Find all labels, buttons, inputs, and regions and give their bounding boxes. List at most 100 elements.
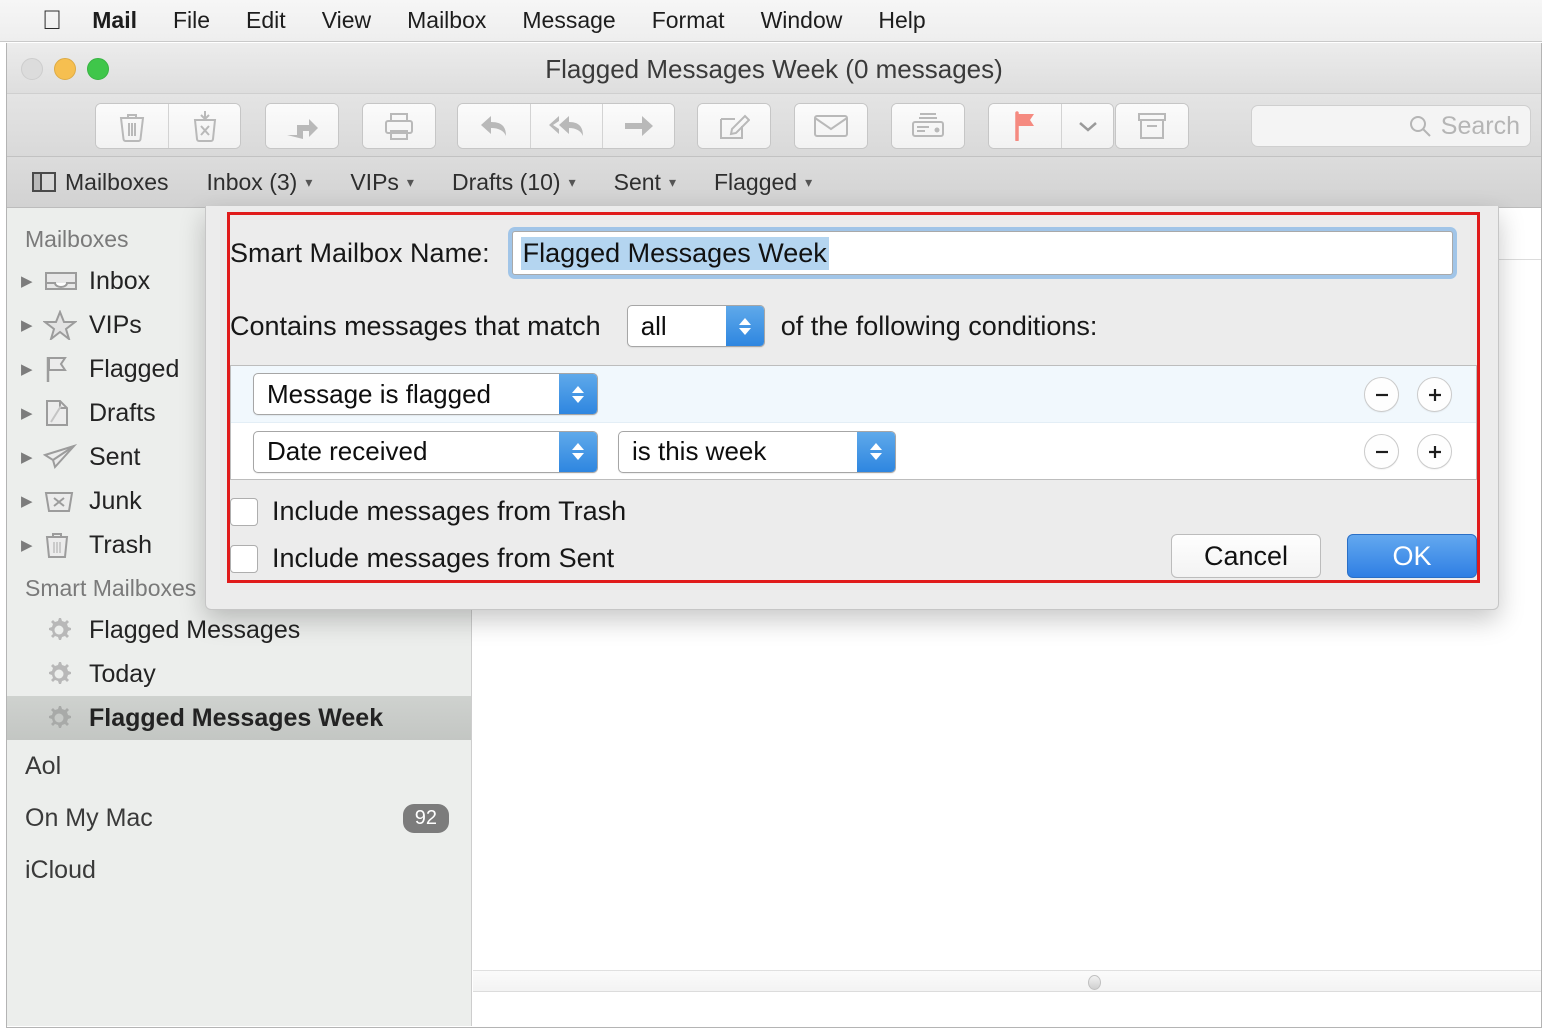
- reply-arrow-icon: [481, 116, 506, 136]
- splitter-grab-handle[interactable]: [1088, 975, 1101, 990]
- menu-item-window[interactable]: Window: [761, 7, 843, 34]
- delete-button[interactable]: [96, 104, 168, 148]
- toolbar-group-unread: [794, 103, 868, 149]
- stepper-arrows-icon[interactable]: [559, 431, 597, 472]
- sidebar-item-label: Drafts: [89, 398, 156, 427]
- match-type-value: all: [640, 310, 667, 341]
- move-button[interactable]: [266, 104, 338, 148]
- remove-condition-button[interactable]: [1364, 377, 1399, 412]
- favorite-inbox-label: Inbox (3): [206, 168, 298, 195]
- ok-button[interactable]: OK: [1347, 534, 1477, 578]
- cancel-button[interactable]: Cancel: [1170, 534, 1321, 578]
- favorite-sent-label: Sent: [613, 168, 661, 195]
- gear-icon: [43, 702, 89, 734]
- toolbar-group-archive: [1115, 103, 1189, 149]
- favorites-mailboxes-label: Mailboxes: [65, 168, 169, 195]
- smart-mailbox-name-row: Smart Mailbox Name: Flagged Messages Wee…: [230, 231, 1477, 275]
- menu-item-help[interactable]: Help: [878, 7, 925, 34]
- menu-item-mail[interactable]: Mail: [92, 7, 137, 34]
- disclosure-triangle-icon[interactable]: ▶: [21, 316, 43, 334]
- menu-item-edit[interactable]: Edit: [246, 7, 286, 34]
- disclosure-triangle-icon[interactable]: ▶: [21, 492, 43, 510]
- compose-button[interactable]: [698, 104, 770, 148]
- stepper-arrows-icon[interactable]: [857, 431, 895, 472]
- disclosure-triangle-icon[interactable]: ▶: [21, 536, 43, 554]
- favorite-vips[interactable]: VIPs ▾: [350, 169, 414, 196]
- archive-button[interactable]: [1116, 104, 1188, 148]
- flag-dropdown-button[interactable]: [1061, 104, 1113, 148]
- flag-button[interactable]: [989, 104, 1061, 148]
- sidebar-item-label: Today: [89, 659, 156, 688]
- search-field[interactable]: Search: [1251, 105, 1531, 147]
- sidebar-item-label: Sent: [89, 442, 141, 471]
- reply-button[interactable]: [458, 104, 530, 148]
- trash-icon: [119, 114, 145, 142]
- unread-count-badge: 92: [402, 803, 449, 833]
- search-icon: [1409, 116, 1431, 137]
- add-condition-button[interactable]: [1417, 434, 1452, 469]
- disclosure-triangle-icon[interactable]: ▶: [21, 360, 43, 378]
- favorite-drafts[interactable]: Drafts (10) ▾: [452, 169, 576, 196]
- chevron-down-icon: ▾: [406, 173, 414, 190]
- disclosure-triangle-icon[interactable]: ▶: [21, 404, 43, 422]
- smart-mailbox-name-value: Flagged Messages Week: [520, 236, 829, 270]
- favorite-sent[interactable]: Sent ▾: [614, 169, 676, 196]
- printer-icon: [385, 113, 413, 140]
- junk-bin-icon: [43, 487, 89, 515]
- horizontal-splitter[interactable]: [473, 970, 1541, 992]
- stepper-arrows-icon[interactable]: [559, 374, 597, 414]
- sidebar-item-flagged-messages[interactable]: Flagged Messages: [7, 608, 471, 652]
- compose-pencil-icon: [720, 114, 750, 139]
- plus-icon: [1428, 445, 1441, 458]
- match-prefix-label: Contains messages that match: [230, 310, 601, 341]
- add-condition-button[interactable]: [1417, 377, 1452, 412]
- chevron-down-icon: ▾: [305, 173, 313, 190]
- menu-item-format[interactable]: Format: [652, 7, 725, 34]
- favorite-inbox[interactable]: Inbox (3) ▾: [207, 169, 313, 196]
- include-trash-label: Include messages from Trash: [272, 496, 627, 526]
- reply-all-arrow-icon: [548, 116, 583, 136]
- mailbox-button[interactable]: [892, 104, 964, 148]
- print-button[interactable]: [363, 104, 435, 148]
- sidebar-item-today[interactable]: Today: [7, 652, 471, 696]
- disclosure-triangle-icon[interactable]: ▶: [21, 272, 43, 290]
- sidebar-item-flagged-messages-week[interactable]: Flagged Messages Week: [7, 696, 471, 740]
- disclosure-triangle-icon[interactable]: ▶: [21, 448, 43, 466]
- menu-item-view[interactable]: View: [322, 7, 371, 34]
- smart-mailbox-name-input[interactable]: Flagged Messages Week: [511, 231, 1453, 275]
- mark-unread-button[interactable]: [795, 104, 867, 148]
- condition-operator-select[interactable]: is this week: [618, 430, 896, 473]
- mailbox-icon: [912, 113, 944, 137]
- condition-field-value: Date received: [267, 436, 428, 466]
- minus-icon: [1375, 450, 1388, 453]
- sidebar-account-icloud[interactable]: iCloud: [7, 844, 471, 896]
- condition-field-select[interactable]: Date received: [253, 430, 598, 473]
- mailboxes-toggle-button[interactable]: Mailboxes: [31, 169, 169, 196]
- condition-field-select[interactable]: Message is flagged: [253, 373, 598, 415]
- move-arrow-icon: [287, 119, 318, 139]
- sidebar-account-on-my-mac[interactable]: On My Mac 92: [7, 792, 471, 844]
- match-type-select[interactable]: all: [626, 305, 765, 347]
- favorite-flagged[interactable]: Flagged ▾: [714, 169, 812, 196]
- remove-condition-button[interactable]: [1364, 434, 1399, 469]
- forward-button[interactable]: [602, 104, 674, 148]
- flag-outline-icon: [43, 354, 89, 384]
- menu-item-message[interactable]: Message: [522, 7, 615, 34]
- favorite-flagged-label: Flagged: [713, 168, 798, 195]
- minus-icon: [1375, 393, 1388, 396]
- smart-mailbox-dialog: Smart Mailbox Name: Flagged Messages Wee…: [205, 206, 1499, 610]
- menu-item-file[interactable]: File: [173, 7, 210, 34]
- menu-item-mailbox[interactable]: Mailbox: [407, 7, 486, 34]
- apple-menu-icon[interactable]: : [42, 7, 62, 34]
- window-title: Flagged Messages Week (0 messages): [545, 54, 1003, 84]
- include-trash-checkbox[interactable]: [230, 497, 258, 526]
- stepper-arrows-icon[interactable]: [725, 306, 764, 346]
- include-trash-row[interactable]: Include messages from Trash: [230, 496, 1477, 527]
- toolbar-group-compose: [697, 103, 771, 149]
- include-sent-checkbox[interactable]: [230, 544, 258, 573]
- reply-all-button[interactable]: [530, 104, 602, 148]
- sidebar-item-label: Flagged: [89, 354, 180, 383]
- sidebar-account-aol[interactable]: Aol: [7, 740, 471, 792]
- junk-button[interactable]: [168, 104, 240, 148]
- match-suffix-label: of the following conditions:: [780, 310, 1098, 341]
